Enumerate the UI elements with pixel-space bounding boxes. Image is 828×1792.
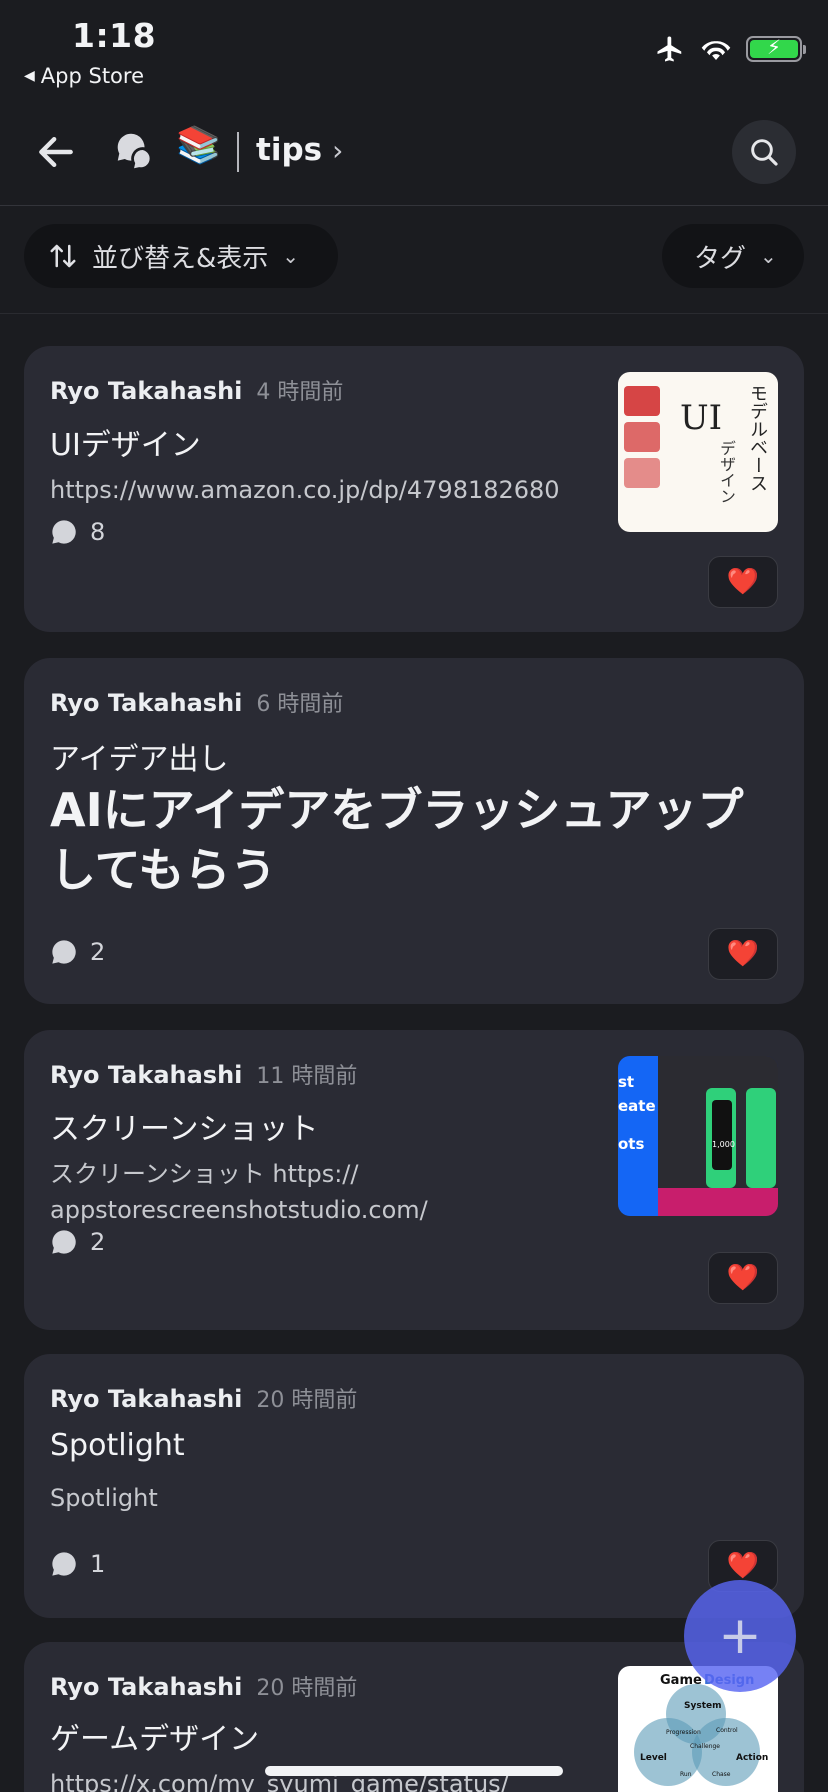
post-body: Spotlight [50, 1484, 158, 1512]
sort-arrows-icon [50, 244, 76, 268]
search-button[interactable] [732, 120, 796, 184]
airplane-icon [657, 36, 682, 62]
book-spine-art [624, 386, 660, 516]
post-author: Ryo Takahashi [50, 1385, 243, 1413]
post-body-line: appstorescreenshotstudio.com/ [50, 1196, 428, 1224]
channel-title[interactable]: tips › [256, 132, 343, 168]
forum-channel-icon [117, 133, 155, 171]
post-heading: AIにアイデアをブラッシュアップしてもらう [50, 783, 744, 897]
back-app-label: App Store [40, 64, 144, 88]
channel-name: tips [256, 132, 323, 168]
comment-count[interactable]: 2 [50, 938, 105, 966]
post-card[interactable]: Ryo Takahashi 4 時間前 UIデザイン https://www.a… [24, 346, 804, 632]
post-body-line: スクリーンショット https:// [50, 1160, 359, 1188]
post-time: 20 時間前 [256, 1388, 358, 1413]
heart-reaction-button[interactable]: ❤️ [708, 1252, 778, 1304]
svg-text:Challenge: Challenge [690, 1743, 720, 1750]
sort-display-label: 並び替え&表示 [92, 243, 269, 274]
post-title: ゲームデザイン [50, 1722, 260, 1757]
post-card[interactable]: Ryo Takahashi 11 時間前 スクリーンショット スクリーンショット… [24, 1030, 804, 1330]
thumb-text-strip: st eate ots [618, 1056, 658, 1216]
book-title-ui: UI [680, 398, 723, 438]
wifi-icon [701, 41, 731, 61]
post-thumbnail[interactable]: st eate ots 1,000 [618, 1056, 778, 1216]
filter-bar: 並び替え&表示 ⌄ タグ ⌄ [0, 206, 828, 314]
heart-reaction-button[interactable]: ❤️ [708, 928, 778, 980]
comment-count-value: 2 [90, 938, 106, 966]
svg-text:Run: Run [680, 1771, 692, 1778]
status-time: 1:18 [72, 16, 157, 55]
post-author: Ryo Takahashi [50, 689, 243, 717]
post-thumbnail[interactable]: モデルベース UI デザイン [618, 372, 778, 532]
post-title: Spotlight [50, 1428, 185, 1463]
chevron-down-icon: ⌄ [760, 244, 777, 268]
comment-count[interactable]: 1 [50, 1550, 105, 1578]
post-time: 6 時間前 [256, 692, 344, 717]
comment-count-value: 1 [90, 1550, 106, 1578]
comment-bubble-icon [52, 520, 76, 544]
comment-count[interactable]: 8 [50, 518, 105, 546]
status-bar: 1:18 ◀ App Store ⚡ [0, 0, 828, 96]
battery-icon: ⚡ [746, 35, 806, 62]
back-to-app-link[interactable]: ◀ App Store [24, 64, 144, 88]
comment-bubble-icon [52, 1552, 76, 1576]
channel-header: 📚 tips › [0, 110, 828, 206]
comment-bubble-icon [52, 1230, 76, 1254]
post-body: https://www.amazon.co.jp/dp/4798182680 [50, 476, 560, 504]
post-card[interactable]: Ryo Takahashi 6 時間前 アイデア出し AIにアイデアをブラッシュ… [24, 658, 804, 1004]
svg-text:Chase: Chase [712, 1771, 731, 1778]
comment-bubble-icon [52, 940, 76, 964]
post-time: 4 時間前 [256, 380, 344, 405]
svg-text:Level: Level [640, 1753, 667, 1763]
post-title: アイデア出し [50, 742, 229, 777]
back-triangle-icon: ◀ [24, 68, 35, 84]
status-icons: ⚡ [654, 34, 806, 64]
svg-text:Control: Control [716, 1727, 738, 1734]
thumb-app-preview: 1,000 [658, 1056, 778, 1216]
sort-display-button[interactable]: 並び替え&表示 ⌄ [24, 224, 338, 288]
tags-label: タグ [694, 243, 747, 274]
svg-text:System: System [684, 1701, 722, 1711]
post-time: 20 時間前 [256, 1676, 358, 1701]
comment-count[interactable]: 2 [50, 1228, 105, 1256]
post-card[interactable]: Ryo Takahashi 20 時間前 Spotlight Spotlight… [24, 1354, 804, 1618]
post-author: Ryo Takahashi [50, 1061, 243, 1089]
book-title-design: デザイン [717, 440, 736, 504]
book-title-vertical: モデルベース [747, 384, 768, 492]
search-icon [751, 139, 778, 166]
post-meta: Ryo Takahashi 4 時間前 [50, 374, 343, 406]
svg-text:Action: Action [736, 1753, 768, 1763]
comment-count-value: 2 [90, 1228, 106, 1256]
back-arrow-icon[interactable] [34, 130, 78, 174]
chevron-right-icon: › [332, 133, 344, 167]
header-divider [237, 132, 239, 172]
post-meta: Ryo Takahashi 20 時間前 [50, 1670, 357, 1702]
post-meta: Ryo Takahashi 11 時間前 [50, 1058, 357, 1090]
comment-count-value: 8 [90, 518, 106, 546]
books-emoji-icon: 📚 [176, 125, 221, 166]
post-title: スクリーンショット [50, 1112, 319, 1147]
new-post-fab[interactable]: + [684, 1580, 796, 1692]
chevron-down-icon: ⌄ [282, 244, 300, 268]
post-time: 11 時間前 [256, 1064, 358, 1089]
post-meta: Ryo Takahashi 6 時間前 [50, 686, 343, 718]
post-title: UIデザイン [50, 428, 201, 463]
post-meta: Ryo Takahashi 20 時間前 [50, 1382, 357, 1414]
tags-button[interactable]: タグ ⌄ [662, 224, 804, 288]
svg-text:Progression: Progression [666, 1729, 701, 1736]
home-indicator[interactable] [265, 1766, 563, 1776]
post-author: Ryo Takahashi [50, 1673, 243, 1701]
heart-reaction-button[interactable]: ❤️ [708, 556, 778, 608]
post-author: Ryo Takahashi [50, 377, 243, 405]
post-body: スクリーンショット https:// appstorescreenshotstu… [50, 1156, 428, 1228]
